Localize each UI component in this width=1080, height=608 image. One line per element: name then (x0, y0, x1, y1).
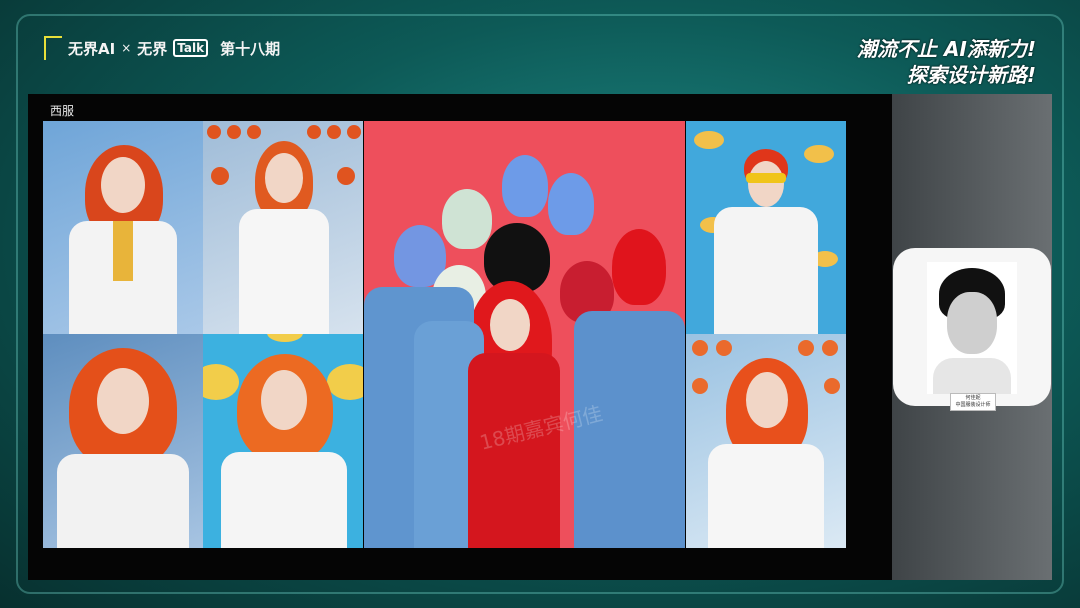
sunglasses-icon (746, 173, 786, 183)
yellow-leaf (804, 145, 834, 163)
face-shape (101, 157, 145, 213)
speaker-card: 何佳妮 中国服装设计师 (893, 248, 1051, 411)
crowd-head (798, 340, 814, 356)
crowd-head (716, 340, 732, 356)
speaker-role: 中国服装设计师 (955, 402, 991, 408)
slogan: 潮流不止 AI添新力! 探索设计新路! (857, 36, 1036, 88)
yellow-spot (203, 364, 239, 400)
brand-header: 无界AI × 无界 Talk 第十八期 (44, 34, 280, 62)
white-suit-shape (239, 209, 329, 334)
face-shape (261, 370, 307, 430)
white-suit-shape (57, 454, 189, 548)
crowd-head (327, 125, 341, 139)
red-hair-shape (612, 229, 666, 305)
speaker-name: 何佳妮 (965, 395, 981, 401)
wujie-logo-icon (44, 36, 62, 60)
brand-separator: × (121, 41, 132, 55)
speaker-body-shape (933, 358, 1011, 394)
suit-image-7 (686, 334, 846, 548)
speaker-photo (927, 262, 1017, 394)
blue-suit-shape (574, 311, 685, 548)
crowd-head (692, 378, 708, 394)
face-shape (265, 153, 303, 203)
crowd-head (207, 125, 221, 139)
blue-hair-shape (548, 173, 594, 235)
suit-image-4 (203, 334, 363, 548)
presentation-slide: 西服 (28, 94, 892, 580)
slide-title: 西服 (50, 104, 75, 118)
crowd-head (307, 125, 321, 139)
suit-image-group (364, 121, 685, 548)
suit-image-6 (686, 121, 846, 334)
talk-prefix: 无界 (137, 39, 168, 58)
slogan-line-2: 探索设计新路! (906, 63, 1036, 87)
yellow-leaf (694, 131, 724, 149)
crowd-head (227, 125, 241, 139)
face-shape (97, 368, 149, 434)
brand-logo-text: 无界AI (68, 39, 116, 58)
white-suit-shape (714, 207, 818, 334)
yellow-spot (267, 334, 303, 342)
white-hair-shape (442, 189, 492, 249)
suit-image-1 (43, 121, 203, 334)
talk-box-icon: Talk (173, 39, 209, 57)
crowd-head (692, 340, 708, 356)
episode-label: 第十八期 (220, 39, 281, 58)
yellow-spot (327, 364, 363, 400)
crowd-head (347, 125, 361, 139)
speaker-name-tag: 何佳妮 中国服装设计师 (950, 393, 996, 411)
white-suit-shape (221, 452, 347, 548)
face-shape (490, 299, 530, 351)
blue-hair-shape (502, 155, 548, 217)
face-shape (746, 372, 788, 428)
speaker-face-shape (947, 292, 997, 354)
face-shape (748, 161, 784, 207)
suit-image-3 (43, 334, 203, 548)
crowd-head (247, 125, 261, 139)
white-suit-shape (708, 444, 824, 548)
slogan-line-1: 潮流不止 AI添新力! (856, 37, 1036, 61)
shirt-shape (113, 221, 133, 281)
crowd-head (211, 167, 229, 185)
suit-image-2 (203, 121, 363, 334)
crowd-head (822, 340, 838, 356)
crowd-head (824, 378, 840, 394)
crowd-head (337, 167, 355, 185)
